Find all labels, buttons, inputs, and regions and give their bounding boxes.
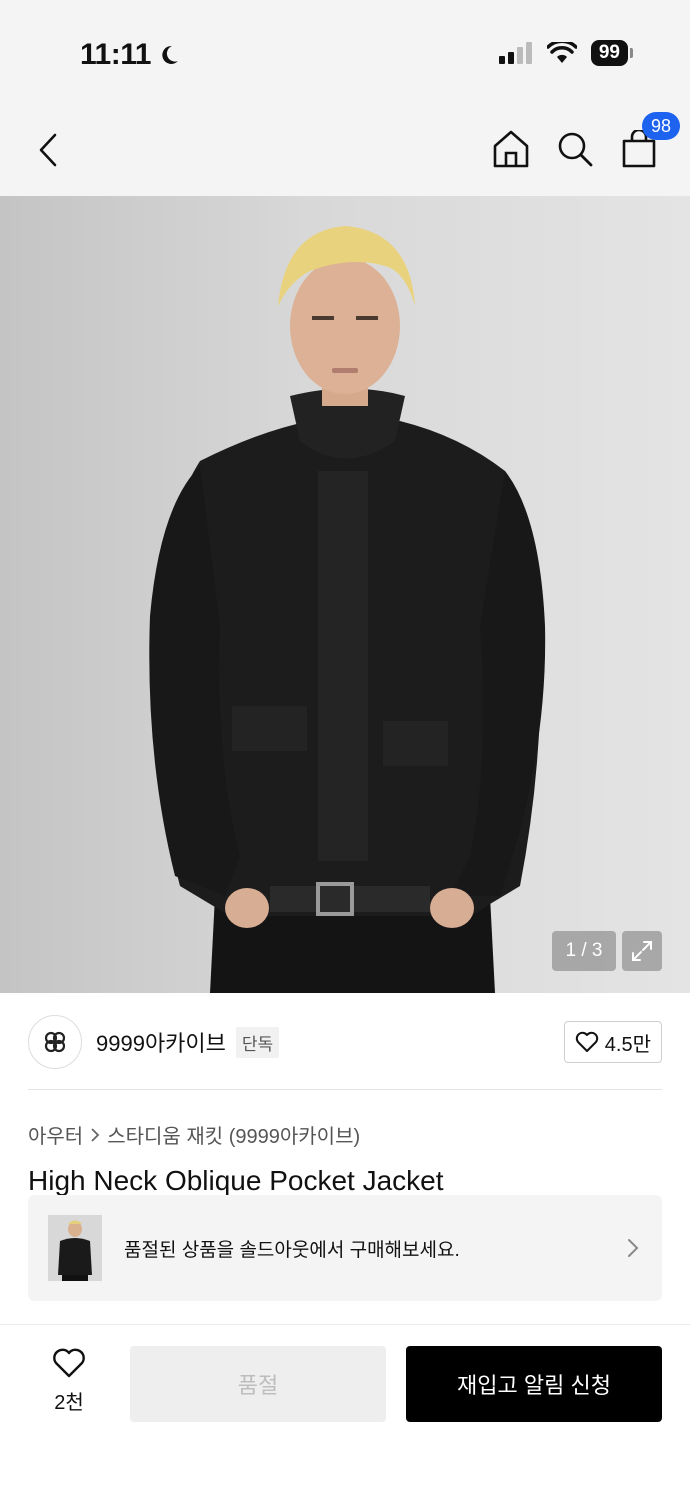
soldout-button: 품절 (130, 1346, 386, 1422)
breadcrumb-subcategory[interactable]: 스타디움 재킷 (9999아카이브) (107, 1120, 360, 1149)
exclusive-badge: 단독 (235, 1026, 280, 1058)
brand-like-button[interactable]: 4.5만 (563, 1021, 662, 1063)
breadcrumb: 아우터 스타디움 재킷 (9999아카이브) (28, 1120, 360, 1149)
heart-icon (53, 1348, 85, 1378)
product-title: High Neck Oblique Pocket Jacket (28, 1165, 444, 1195)
product-photo (0, 196, 690, 993)
cart-button[interactable]: 98 (620, 112, 680, 170)
cart-count-badge: 98 (642, 112, 680, 140)
nav-actions: 98 (492, 112, 680, 170)
chevron-left-icon (39, 133, 57, 167)
back-button[interactable] (30, 130, 66, 170)
home-button[interactable] (492, 128, 530, 170)
product-image-gallery[interactable]: 1 / 3 (0, 196, 690, 993)
wifi-icon (546, 42, 577, 63)
status-bar: 11:11 99 (0, 0, 690, 100)
thumbnail-image (48, 1215, 102, 1281)
restock-alert-button[interactable]: 재입고 알림 신청 (406, 1346, 662, 1422)
top-nav-bar: 98 (0, 100, 690, 196)
search-button[interactable] (556, 128, 594, 170)
moon-icon (162, 45, 178, 64)
status-indicators: 99 (498, 40, 634, 66)
bottom-action-bar: 2천 품절 재입고 알림 신청 (0, 1324, 690, 1500)
soldout-banner[interactable]: 품절된 상품을 솔드아웃에서 구매해보세요. (28, 1195, 662, 1301)
brand-like-count: 4.5만 (604, 1033, 651, 1056)
clock: 11:11 (80, 38, 151, 71)
image-counter: 1 / 3 (552, 931, 616, 971)
wishlist-count: 2천 (54, 1392, 84, 1414)
soldout-banner-text: 품절된 상품을 솔드아웃에서 구매해보세요. (124, 1239, 460, 1261)
home-icon (493, 130, 529, 168)
chevron-right-icon (628, 1239, 639, 1257)
breadcrumb-category[interactable]: 아우터 (28, 1120, 83, 1149)
brand-row: 9999아카이브 단독 4.5만 (28, 1012, 662, 1072)
banner-thumbnail (48, 1215, 102, 1281)
status-time: 11:11 (80, 38, 181, 72)
chevron-right-icon (91, 1127, 100, 1142)
wishlist-button[interactable]: 2천 (40, 1347, 98, 1415)
heart-icon (575, 1031, 598, 1052)
brand-logo[interactable] (28, 1015, 82, 1069)
expand-icon (632, 941, 652, 961)
search-icon (558, 132, 593, 167)
cellular-signal-icon (498, 42, 532, 64)
expand-image-button[interactable] (622, 931, 662, 971)
battery-indicator: 99 (590, 40, 634, 66)
brand-name[interactable]: 9999아카이브 (96, 1026, 226, 1058)
brand-logo-icon (44, 1031, 66, 1053)
divider (28, 1089, 662, 1090)
